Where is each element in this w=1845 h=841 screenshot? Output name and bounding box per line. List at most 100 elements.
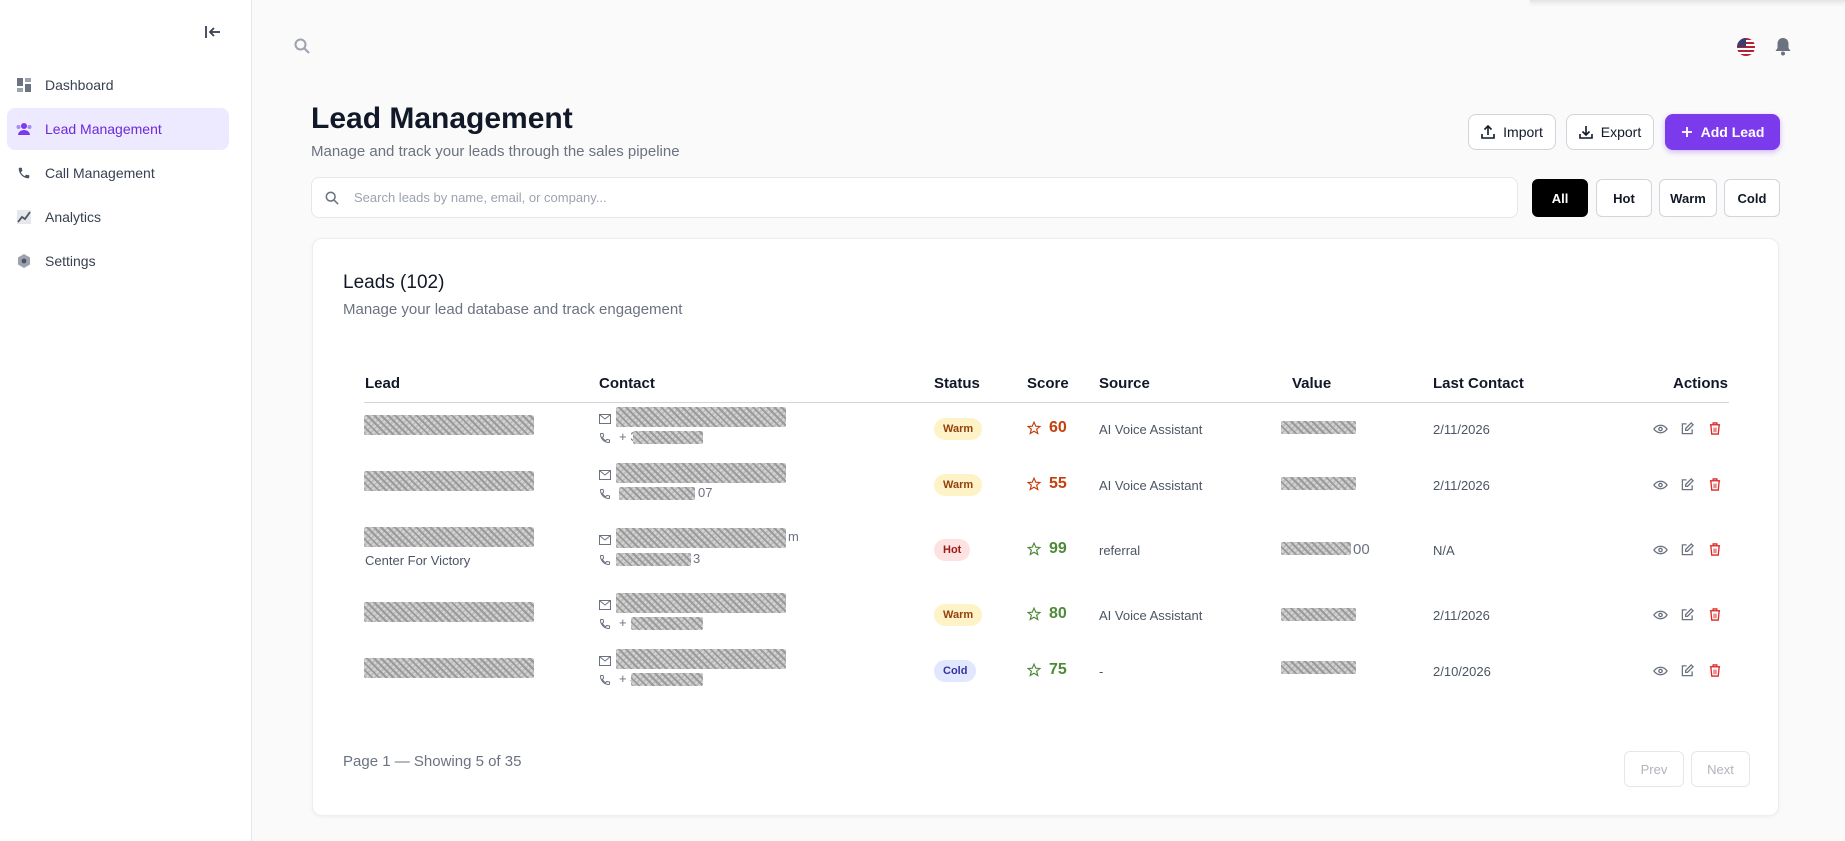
- filter-hot-button[interactable]: Hot: [1596, 179, 1652, 217]
- sidebar-item-lead-management[interactable]: Lead Management: [7, 108, 229, 150]
- email-redacted: [616, 593, 786, 613]
- phone-icon: [599, 675, 610, 686]
- star-icon: [1027, 421, 1041, 435]
- delete-trash-icon[interactable]: [1709, 608, 1721, 621]
- star-icon: [1027, 663, 1041, 677]
- table-row[interactable]: + 3 Warm 60 AI Voice Assistant 2/11/2026: [313, 403, 1780, 459]
- source: AI Voice Assistant: [1099, 608, 1203, 623]
- view-eye-icon[interactable]: [1653, 480, 1668, 490]
- lead-name-redacted: [364, 471, 534, 491]
- last-contact: N/A: [1433, 543, 1455, 558]
- score-value: 60: [1049, 419, 1067, 436]
- table-row[interactable]: 07 Warm 55 AI Voice Assistant 2/11/2026: [313, 459, 1780, 515]
- upload-icon: [1481, 125, 1495, 139]
- search-icon: [325, 191, 339, 205]
- lead-name-redacted: [364, 602, 534, 622]
- phone-icon: [599, 433, 610, 444]
- star-icon: [1027, 542, 1041, 556]
- email-visible-text: m: [788, 529, 799, 544]
- search-input[interactable]: Search leads by name, email, or company.…: [311, 177, 1518, 218]
- column-header-actions: Actions: [1673, 375, 1729, 392]
- sidebar-item-label: Dashboard: [45, 77, 114, 93]
- import-button[interactable]: Import: [1468, 114, 1556, 150]
- sidebar-item-call-management[interactable]: Call Management: [7, 152, 229, 194]
- mail-icon: [599, 656, 611, 666]
- prev-page-button[interactable]: Prev: [1624, 751, 1684, 787]
- leads-card: Leads (102) Manage your lead database an…: [312, 238, 1779, 816]
- table-row[interactable]: Center For Victory m 3 Hot 99 referral 0…: [313, 515, 1780, 589]
- sidebar: Dashboard Lead Management Call Managemen…: [0, 0, 252, 841]
- add-lead-button[interactable]: Add Lead: [1665, 114, 1780, 150]
- phone-redacted: [631, 673, 703, 686]
- dropdown-edge: [1530, 0, 1845, 2]
- column-header-contact: Contact: [599, 375, 655, 392]
- lead-name-redacted: [364, 527, 534, 547]
- view-eye-icon[interactable]: [1653, 610, 1668, 620]
- mail-icon: [599, 414, 611, 424]
- last-contact: 2/11/2026: [1433, 478, 1490, 493]
- search-placeholder: Search leads by name, email, or company.…: [354, 190, 607, 205]
- mail-icon: [599, 535, 611, 545]
- view-eye-icon[interactable]: [1653, 424, 1668, 434]
- lead-name-redacted: [364, 415, 534, 435]
- status-badge: Warm: [934, 474, 983, 496]
- view-eye-icon[interactable]: [1653, 666, 1668, 676]
- card-title: Leads (102): [343, 272, 445, 293]
- filter-all-button[interactable]: All: [1532, 179, 1588, 217]
- value-redacted: [1281, 608, 1356, 621]
- column-header-score: Score: [1027, 375, 1069, 392]
- sidebar-item-analytics[interactable]: Analytics: [7, 196, 229, 238]
- value-redacted: [1281, 542, 1351, 555]
- notification-bell-icon[interactable]: [1774, 37, 1792, 61]
- analytics-icon: [16, 209, 32, 225]
- search-icon[interactable]: [294, 38, 310, 59]
- email-redacted: [616, 407, 786, 427]
- page-title: Lead Management: [311, 102, 573, 135]
- import-label: Import: [1503, 124, 1543, 140]
- delete-trash-icon[interactable]: [1709, 664, 1721, 677]
- us-flag-icon[interactable]: [1737, 38, 1755, 56]
- view-eye-icon[interactable]: [1653, 545, 1668, 555]
- sidebar-nav: Dashboard Lead Management Call Managemen…: [7, 64, 229, 284]
- sidebar-item-label: Analytics: [45, 209, 102, 225]
- dashboard-icon: [16, 77, 32, 93]
- status-badge: Cold: [934, 660, 977, 682]
- sidebar-item-dashboard[interactable]: Dashboard: [7, 64, 229, 106]
- phone-visible-text: +: [619, 615, 627, 630]
- value-redacted: [1281, 421, 1356, 434]
- table-row[interactable]: + Warm 80 AI Voice Assistant 2/11/2026: [313, 589, 1780, 645]
- column-header-source: Source: [1099, 375, 1150, 392]
- filter-cold-button[interactable]: Cold: [1724, 179, 1780, 217]
- delete-trash-icon[interactable]: [1709, 543, 1721, 556]
- filter-warm-button[interactable]: Warm: [1659, 179, 1717, 217]
- edit-icon[interactable]: [1681, 664, 1694, 677]
- phone-icon: [599, 619, 610, 630]
- export-button[interactable]: Export: [1566, 114, 1654, 150]
- delete-trash-icon[interactable]: [1709, 422, 1721, 435]
- star-icon: [1027, 477, 1041, 491]
- collapse-sidebar-icon[interactable]: [200, 20, 226, 44]
- edit-icon[interactable]: [1681, 478, 1694, 491]
- edit-icon[interactable]: [1681, 422, 1694, 435]
- source: referral: [1099, 543, 1141, 558]
- card-subtitle: Manage your lead database and track enga…: [343, 301, 683, 318]
- score-value: 55: [1049, 475, 1067, 492]
- source: -: [1099, 664, 1104, 679]
- download-icon: [1578, 126, 1593, 139]
- phone-icon: [599, 555, 610, 566]
- score: 75: [1027, 661, 1067, 679]
- phone-visible-text: 07: [698, 485, 713, 500]
- score: 55: [1027, 475, 1067, 493]
- table-row[interactable]: + 4 Cold 75 - 2/10/2026: [313, 645, 1780, 701]
- pagination-info: Page 1 — Showing 5 of 35: [343, 753, 522, 770]
- sidebar-item-settings[interactable]: Settings: [7, 240, 229, 282]
- next-page-button[interactable]: Next: [1691, 751, 1750, 787]
- edit-icon[interactable]: [1681, 543, 1694, 556]
- column-header-last-contact: Last Contact: [1433, 375, 1524, 392]
- score-value: 99: [1049, 540, 1067, 557]
- status-badge: Warm: [934, 604, 983, 626]
- sidebar-item-label: Call Management: [45, 165, 155, 181]
- edit-icon[interactable]: [1681, 608, 1694, 621]
- delete-trash-icon[interactable]: [1709, 478, 1721, 491]
- sidebar-item-label: Settings: [45, 253, 96, 269]
